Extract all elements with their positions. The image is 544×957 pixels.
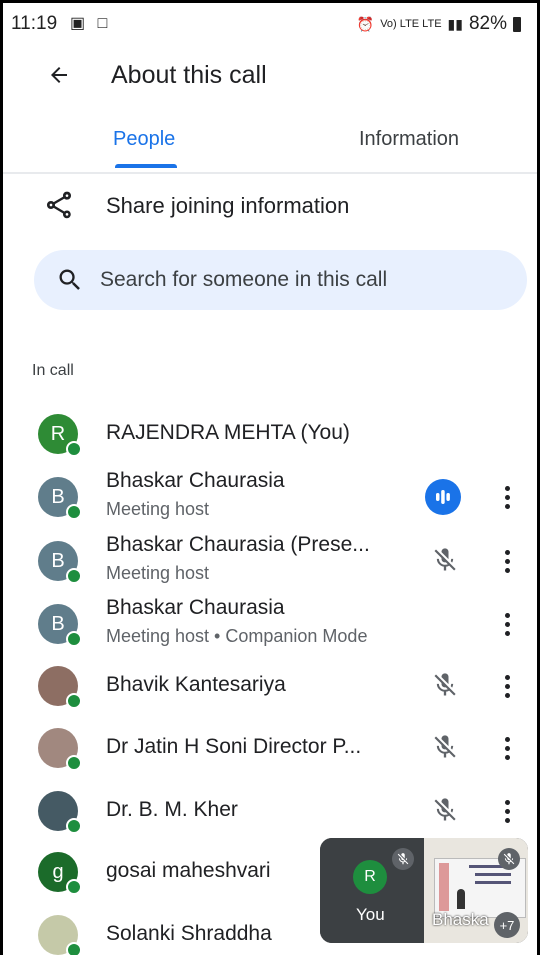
- avatar: R: [38, 414, 82, 457]
- more-options-icon[interactable]: [497, 733, 517, 763]
- pip-presenter-label: Bhaska: [432, 910, 489, 929]
- participant-subtitle: Meeting host: [106, 499, 210, 519]
- app-frame: 11:19 ▣ □ ⏰ Vo) LTE LTE ▮▮ 82% About thi…: [0, 0, 540, 955]
- mic-off-icon: [431, 546, 459, 576]
- avatar: B: [38, 477, 82, 520]
- pip-presentation-tile: Bhaska +7: [424, 838, 528, 943]
- tab-information[interactable]: Information: [359, 128, 459, 151]
- participant-subtitle: Meeting host: [106, 563, 210, 583]
- participant-name: RAJENDRA MEHTA (You): [106, 421, 350, 444]
- online-status-dot: [66, 942, 82, 955]
- section-label-in-call: In call: [32, 362, 74, 379]
- online-status-dot: [66, 818, 82, 834]
- online-status-dot: [66, 693, 82, 709]
- share-icon: [47, 191, 71, 219]
- mic-off-icon: [431, 733, 459, 763]
- alarm-icon: ⏰: [356, 15, 375, 32]
- status-right: ⏰ Vo) LTE LTE ▮▮ 82%: [357, 13, 521, 35]
- avatar: B: [38, 541, 82, 584]
- mic-off-icon: [392, 848, 414, 870]
- participant-name: gosai maheshvari: [106, 859, 271, 882]
- mic-off-icon: [431, 671, 459, 701]
- avatar: B: [38, 604, 82, 647]
- search-input[interactable]: [100, 250, 510, 310]
- participant-row[interactable]: Dr Jatin H Soni Director P...: [3, 718, 537, 778]
- search-icon: [59, 269, 80, 290]
- participant-name: Solanki Shraddha: [106, 922, 272, 945]
- self-view-pip[interactable]: R You Bhaska +7: [320, 838, 528, 943]
- more-options-icon[interactable]: [497, 796, 517, 826]
- participant-row[interactable]: Dr. B. M. Kher: [3, 781, 537, 841]
- participant-row[interactable]: B Bhaskar Chaurasia Meeting host: [3, 467, 537, 527]
- participant-row[interactable]: R RAJENDRA MEHTA (You): [3, 404, 537, 464]
- signal-icon: ▮▮: [447, 15, 463, 32]
- participant-name: Bhaskar Chaurasia (Prese...: [106, 533, 370, 556]
- battery-percent: 82%: [468, 13, 507, 34]
- participant-name: Bhaskar Chaurasia: [106, 596, 285, 619]
- more-options-icon[interactable]: [497, 546, 517, 576]
- avatar: [38, 915, 82, 955]
- pip-self-tile: R You: [320, 838, 424, 943]
- status-time: 11:19: [11, 13, 58, 34]
- avatar: [38, 791, 82, 834]
- extra-participants-badge: +7: [494, 912, 520, 938]
- arrow-left-icon: [51, 67, 67, 83]
- tab-people[interactable]: People: [113, 128, 175, 151]
- search-bar[interactable]: [34, 250, 527, 310]
- battery-icon: [513, 16, 521, 32]
- pip-self-label: You: [356, 905, 385, 924]
- participant-subtitle: Meeting host • Companion Mode: [106, 626, 368, 646]
- online-status-dot: [66, 631, 82, 647]
- participant-name: Bhavik Kantesariya: [106, 673, 286, 696]
- mic-off-icon: [431, 796, 459, 826]
- status-bar: 11:19 ▣ □ ⏰ Vo) LTE LTE ▮▮ 82%: [3, 3, 537, 45]
- participant-row[interactable]: B Bhaskar Chaurasia Meeting host • Compani…: [3, 594, 537, 654]
- network-labels: Vo) LTE LTE: [380, 18, 442, 30]
- online-status-dot: [66, 504, 82, 520]
- more-options-icon[interactable]: [497, 482, 517, 512]
- online-status-dot: [66, 879, 82, 895]
- speaking-indicator-icon: [425, 479, 461, 515]
- mic-off-icon: [498, 848, 520, 870]
- avatar: g: [38, 852, 82, 895]
- page-title: About this call: [111, 61, 267, 89]
- tab-bar: People Information: [3, 118, 537, 174]
- active-tab-indicator: [115, 164, 177, 168]
- online-status-dot: [66, 568, 82, 584]
- app-header: About this call: [3, 49, 537, 105]
- participant-name: Dr Jatin H Soni Director P...: [106, 735, 362, 758]
- participant-name: Dr. B. M. Kher: [106, 798, 238, 821]
- participant-row[interactable]: Bhavik Kantesariya: [3, 656, 537, 716]
- share-joining-info-row[interactable]: Share joining information: [3, 187, 537, 229]
- more-options-icon[interactable]: [497, 609, 517, 639]
- avatar: [38, 666, 82, 709]
- pip-self-avatar: R: [353, 860, 387, 894]
- participant-row[interactable]: B Bhaskar Chaurasia (Prese... Meeting host: [3, 531, 537, 591]
- participant-name: Bhaskar Chaurasia: [106, 469, 285, 492]
- notification-icons: ▣ □: [70, 15, 112, 32]
- avatar: [38, 728, 82, 771]
- online-status-dot: [66, 755, 82, 771]
- share-label: Share joining information: [106, 193, 350, 218]
- more-options-icon[interactable]: [497, 671, 517, 701]
- online-status-dot: [66, 441, 82, 457]
- back-button[interactable]: [41, 57, 77, 93]
